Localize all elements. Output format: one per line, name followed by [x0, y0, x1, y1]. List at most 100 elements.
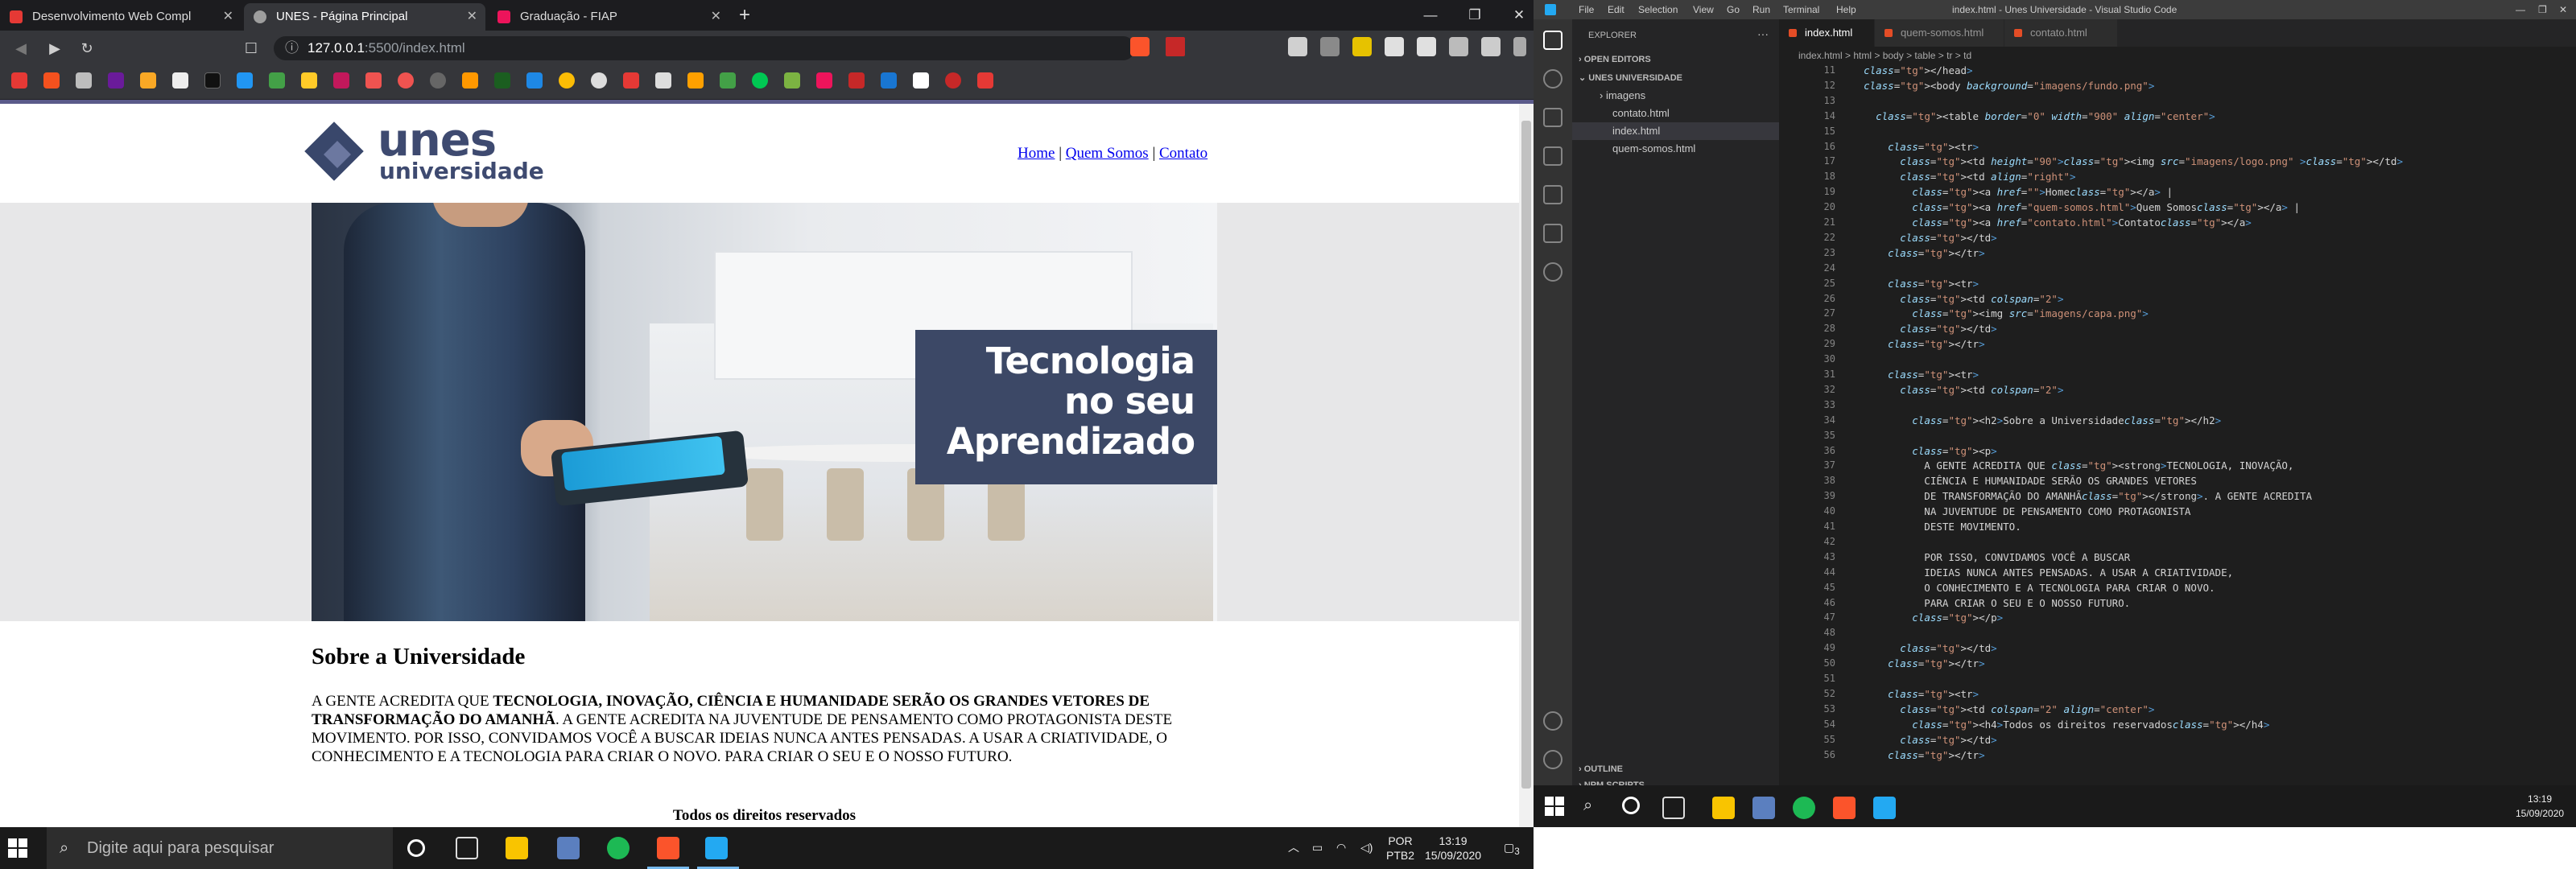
- new-tab-button[interactable]: +: [733, 3, 757, 27]
- cortana-icon[interactable]: [407, 839, 425, 857]
- bookmark-icon[interactable]: [462, 72, 478, 89]
- code-line[interactable]: class="tg"><h4>Todos os direitos reserva…: [1852, 719, 2269, 731]
- tab-unes[interactable]: UNES - Página Principal ✕: [244, 3, 485, 31]
- pocket-bookmark-icon[interactable]: [398, 72, 414, 89]
- code-line[interactable]: DESTE MOVIMENTO.: [1852, 521, 2021, 533]
- nav-contato-link[interactable]: Contato: [1159, 145, 1208, 162]
- brave-shield-icon[interactable]: [1130, 37, 1150, 56]
- close-icon[interactable]: ✕: [467, 3, 477, 31]
- code-line[interactable]: NA JUVENTUDE DE PENSAMENTO COMO PROTAGON…: [1852, 505, 2190, 517]
- menu-selection[interactable]: Selection: [1638, 0, 1678, 19]
- brave-icon[interactable]: [1833, 797, 1856, 819]
- menu-edit[interactable]: Edit: [1608, 0, 1624, 19]
- code-line[interactable]: class="tg"><a href="">Homeclass="tg"></a…: [1852, 186, 2173, 198]
- code-line[interactable]: class="tg"><a href="quem-somos.html">Que…: [1852, 201, 2300, 213]
- taskbar-search[interactable]: ⌕ Digite aqui para pesquisar: [47, 827, 393, 869]
- code-line[interactable]: class="tg"></td>: [1852, 734, 1996, 746]
- tab-fiap[interactable]: Graduação - FIAP ✕: [488, 3, 729, 31]
- wikipedia-icon[interactable]: [913, 72, 929, 89]
- cortana-icon[interactable]: [1622, 797, 1640, 814]
- extensions-icon[interactable]: [1543, 185, 1563, 204]
- code-line[interactable]: class="tg"><td align="right">: [1852, 171, 2075, 183]
- code-line[interactable]: class="tg"><body background="imagens/fun…: [1852, 80, 2154, 92]
- outline-section[interactable]: › OUTLINE: [1579, 764, 1623, 774]
- settings-gear-icon[interactable]: [1543, 750, 1563, 769]
- bookmark-icon[interactable]: [204, 72, 221, 89]
- nav-quem-somos-link[interactable]: Quem Somos: [1066, 145, 1149, 162]
- code-line[interactable]: class="tg"><a href="contato.html">Contat…: [1852, 216, 2252, 229]
- vscode-taskbar-icon[interactable]: [705, 837, 728, 859]
- bookmark-icon[interactable]: [720, 72, 736, 89]
- file-contato[interactable]: contato.html: [1572, 105, 1779, 122]
- bookmark-icon[interactable]: [237, 72, 253, 89]
- language-indicator[interactable]: POR PTB2: [1386, 834, 1414, 863]
- account-icon[interactable]: [1543, 711, 1563, 731]
- code-line[interactable]: class="tg"><h2>Sobre a Universidadeclass…: [1852, 414, 2221, 426]
- code-line[interactable]: class="tg"><td colspan="2">: [1852, 293, 2063, 305]
- restore-icon[interactable]: ❐: [1457, 3, 1492, 27]
- bookmark-icon[interactable]: [333, 72, 349, 89]
- code-line[interactable]: class="tg"><tr>: [1852, 369, 1979, 381]
- code-line[interactable]: class="tg"><td colspan="2">: [1852, 384, 2063, 396]
- pocket-icon[interactable]: [1449, 37, 1468, 56]
- windows-start-icon[interactable]: [8, 838, 27, 858]
- app-icon[interactable]: [557, 837, 580, 859]
- extension-icon[interactable]: [1352, 37, 1372, 56]
- spotify-icon[interactable]: [607, 837, 630, 859]
- tab-index[interactable]: index.html: [1779, 19, 1874, 47]
- bookmark-icon[interactable]: ☐: [240, 37, 262, 60]
- code-line[interactable]: class="tg"><td height="90">class="tg"><i…: [1852, 155, 2403, 167]
- docker-icon[interactable]: [1543, 262, 1563, 282]
- bookmark-icon[interactable]: [784, 72, 800, 89]
- puzzle-icon[interactable]: [1481, 37, 1501, 56]
- code-line[interactable]: class="tg"></td>: [1852, 232, 1996, 244]
- extension-icon[interactable]: [1385, 37, 1404, 56]
- code-line[interactable]: class="tg"><tr>: [1852, 141, 1979, 153]
- bookmark-icon[interactable]: [881, 72, 897, 89]
- code-line[interactable]: class="tg"></tr>: [1852, 657, 1984, 669]
- more-actions-icon[interactable]: ···: [1757, 27, 1769, 40]
- volume-icon[interactable]: ◁): [1360, 840, 1373, 855]
- code-line[interactable]: class="tg"><tr>: [1852, 688, 1979, 700]
- clock[interactable]: 13:19 15/09/2020: [1425, 834, 1481, 863]
- code-line[interactable]: class="tg"></td>: [1852, 642, 1996, 654]
- minimize-icon[interactable]: —: [2516, 0, 2525, 19]
- menu-view[interactable]: View: [1693, 0, 1714, 19]
- bookmark-icon[interactable]: [848, 72, 865, 89]
- youtube-icon[interactable]: [11, 72, 27, 89]
- bookmark-icon[interactable]: [140, 72, 156, 89]
- code-line[interactable]: class="tg"><td colspan="2" align="center…: [1852, 703, 2154, 715]
- search-icon[interactable]: ⌕: [1583, 797, 1606, 819]
- close-icon[interactable]: ✕: [223, 3, 233, 31]
- code-line[interactable]: DE TRANSFORMAÇÃO DO AMANHÃclass="tg"></s…: [1852, 490, 2312, 502]
- task-view-icon[interactable]: [1662, 797, 1685, 819]
- bookmark-icon[interactable]: [365, 72, 382, 89]
- code-line[interactable]: POR ISSO, CONVIDAMOS VOCÊ A BUSCAR: [1852, 551, 2130, 563]
- file-explorer-icon[interactable]: [506, 837, 528, 859]
- restore-icon[interactable]: ❐: [2538, 0, 2547, 19]
- fiap-bookmark-icon[interactable]: [816, 72, 832, 89]
- bookmark-icon[interactable]: [623, 72, 639, 89]
- tab-devweb[interactable]: Desenvolvimento Web Compl ✕: [0, 3, 242, 31]
- menu-help[interactable]: Help: [1836, 0, 1856, 19]
- vscode-taskbar-icon[interactable]: [1873, 797, 1896, 819]
- close-window-icon[interactable]: ✕: [1501, 3, 1534, 27]
- bookmarks-icon[interactable]: [1543, 224, 1563, 243]
- bookmark-icon[interactable]: [430, 72, 446, 89]
- onedrive-icon[interactable]: [526, 72, 543, 89]
- breadcrumb[interactable]: index.html > html > body > table > tr > …: [1779, 47, 2576, 64]
- bookmark-icon[interactable]: [108, 72, 124, 89]
- wifi-icon[interactable]: ◠: [1336, 840, 1346, 855]
- code-line[interactable]: class="tg"></tr>: [1852, 749, 1984, 761]
- code-line[interactable]: A GENTE ACREDITA QUE class="tg"><strong>…: [1852, 459, 2293, 472]
- tray-chevron-icon[interactable]: ︿: [1288, 840, 1299, 855]
- folder-imagens[interactable]: › imagens: [1572, 87, 1779, 105]
- code-line[interactable]: class="tg"><p>: [1852, 445, 1996, 457]
- bookmark-icon[interactable]: [269, 72, 285, 89]
- bookmark-icon[interactable]: [977, 72, 993, 89]
- menu-run[interactable]: Run: [1752, 0, 1770, 19]
- back-icon[interactable]: ◀: [10, 37, 32, 60]
- close-icon[interactable]: ✕: [711, 3, 721, 31]
- code-line[interactable]: class="tg"></head>: [1852, 64, 1973, 76]
- source-control-icon[interactable]: [1543, 108, 1563, 127]
